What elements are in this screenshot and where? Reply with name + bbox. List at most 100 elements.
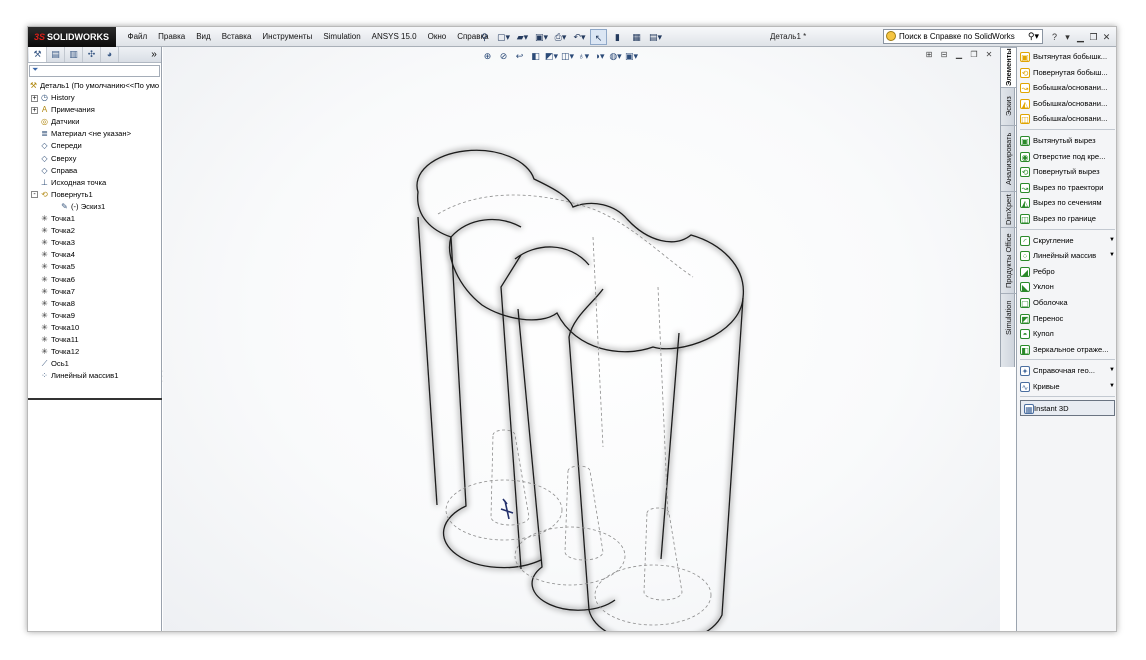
tree-item[interactable]: ◇ Спереди: [28, 140, 161, 152]
command-button[interactable]: ◩ Перенос: [1017, 311, 1116, 327]
more-tabs-icon[interactable]: »: [147, 47, 161, 62]
tree-item[interactable]: - ⟲ Повернуть1: [28, 189, 161, 201]
tree-item[interactable]: ✎ (-) Эскиз1: [28, 201, 161, 213]
minimize-icon[interactable]: ▁: [1074, 27, 1087, 47]
tree-item[interactable]: ✳ Точка9: [28, 310, 161, 322]
command-button[interactable]: ✦ Справочная гео... ▼: [1017, 363, 1116, 379]
menu-item[interactable]: Simulation: [318, 27, 366, 47]
magnifier-icon[interactable]: ⚲▾: [1028, 30, 1039, 43]
new-document-icon[interactable]: ▢▾: [495, 29, 512, 45]
feature-manager-tab-icon[interactable]: ⚒: [29, 47, 47, 62]
pin-icon[interactable]: ⚲: [476, 29, 493, 45]
command-button[interactable]: ▣ Вытянутая бобышк...: [1017, 49, 1116, 65]
command-button[interactable]: ⟲ Повернутая бобыш...: [1017, 65, 1116, 81]
select-arrow-icon[interactable]: ↖: [590, 29, 607, 45]
tree-item[interactable]: ✳ Точка11: [28, 334, 161, 346]
command-tab[interactable]: Элементы: [1001, 47, 1016, 87]
tree-item[interactable]: ⟋ Ось1: [28, 358, 161, 370]
property-manager-tab-icon[interactable]: ▤: [47, 47, 65, 62]
command-tab[interactable]: Анализировать: [1001, 125, 1016, 191]
close-icon[interactable]: ✕: [1100, 27, 1113, 47]
help-search-input[interactable]: Поиск в Справке по SolidWorks ⚲▾: [883, 29, 1043, 44]
menu-item[interactable]: Правка: [153, 27, 191, 47]
menu-item[interactable]: ANSYS 15.0: [366, 27, 422, 47]
tree-item-label: Точка1: [51, 214, 75, 224]
help-dropdown-icon[interactable]: ▾: [1061, 27, 1074, 47]
dimxpert-manager-tab-icon[interactable]: ✣: [83, 47, 101, 62]
dropdown-arrow-icon[interactable]: ▼: [1109, 363, 1115, 379]
expand-icon[interactable]: +: [31, 106, 38, 114]
command-button[interactable]: ◣ Уклон: [1017, 279, 1116, 295]
command-button[interactable]: ↝ Бобышка/основани...: [1017, 80, 1116, 96]
menu-item[interactable]: Инструменты: [257, 27, 318, 47]
options-icon[interactable]: ▤▾: [647, 29, 664, 45]
command-button[interactable]: ▦ Instant 3D: [1020, 400, 1115, 417]
tree-item[interactable]: ✳ Точка1: [28, 213, 161, 225]
restore-icon[interactable]: ❐: [1087, 27, 1100, 47]
command-button[interactable]: ▣ Вытянутый вырез: [1017, 133, 1116, 149]
command-tab[interactable]: Simulation: [1001, 293, 1016, 341]
command-button[interactable]: ◜ Скругление ▼: [1017, 233, 1116, 249]
collapse-icon[interactable]: -: [31, 191, 38, 199]
command-button[interactable]: ◓ Купол: [1017, 326, 1116, 342]
configuration-manager-tab-icon[interactable]: ▥: [65, 47, 83, 62]
tree-item[interactable]: ◎ Датчики: [28, 116, 161, 128]
command-tab[interactable]: Продукты Office: [1001, 227, 1016, 293]
command-button[interactable]: ⟲ Повернутый вырез: [1017, 164, 1116, 180]
print-icon[interactable]: ⎙▾: [552, 29, 569, 45]
open-folder-icon[interactable]: ▰▾: [514, 29, 531, 45]
tree-item[interactable]: ✳ Точка2: [28, 225, 161, 237]
command-button[interactable]: ∿ Кривые ▼: [1017, 379, 1116, 395]
tree-item[interactable]: + ◷ History: [28, 92, 161, 104]
command-button[interactable]: ◭ Вырез по сечениям: [1017, 195, 1116, 211]
tree-item[interactable]: ✳ Точка6: [28, 274, 161, 286]
command-button[interactable]: ◧ Зеркальное отраже...: [1017, 342, 1116, 358]
help-icon[interactable]: ?: [1048, 27, 1061, 47]
tree-item[interactable]: ✳ Точка10: [28, 322, 161, 334]
tree-item[interactable]: ✳ Точка3: [28, 237, 161, 249]
tree-item[interactable]: ⁘ Линейный массив1: [28, 370, 161, 382]
dropdown-arrow-icon[interactable]: ▼: [1109, 379, 1115, 395]
menu-item[interactable]: Вид: [191, 27, 216, 47]
tree-item[interactable]: ✳ Точка12: [28, 346, 161, 358]
rollback-bar[interactable]: [28, 398, 162, 400]
dropdown-arrow-icon[interactable]: ▼: [1109, 248, 1115, 264]
command-button[interactable]: ▢ Оболочка: [1017, 295, 1116, 311]
expand-icon[interactable]: +: [31, 94, 38, 102]
tree-item[interactable]: ⊥ Исходная точка: [28, 177, 161, 189]
command-button[interactable]: ◫ Вырез по границе: [1017, 211, 1116, 227]
solidworks-logo[interactable]: 3S SOLIDWORKS: [28, 27, 116, 47]
command-button[interactable]: ◢ Ребро: [1017, 264, 1116, 280]
tree-root[interactable]: ⚒ Деталь1 (По умолчанию<<По умо: [28, 80, 161, 92]
menu-item[interactable]: Файл: [122, 27, 153, 47]
part-model-wireframe[interactable]: [163, 47, 1000, 632]
tree-item[interactable]: ✳ Точка7: [28, 286, 161, 298]
tree-item[interactable]: ◇ Справа: [28, 165, 161, 177]
tree-item[interactable]: ◇ Сверху: [28, 153, 161, 165]
reference-geometry-icon: ✦: [1020, 366, 1030, 377]
command-button[interactable]: ↝ Вырез по траектори: [1017, 180, 1116, 196]
rebuild-icon[interactable]: ▮: [609, 29, 626, 45]
tree-filter-input[interactable]: ⏷: [29, 65, 160, 77]
tree-item[interactable]: ✳ Точка8: [28, 298, 161, 310]
tree-item[interactable]: + A Примечания: [28, 104, 161, 116]
command-button[interactable]: ◉ Отверстие под кре...: [1017, 149, 1116, 165]
tree-item[interactable]: ✳ Точка5: [28, 261, 161, 273]
tree-item[interactable]: ≣ Материал <не указан>: [28, 128, 161, 140]
undo-icon[interactable]: ↶▾: [571, 29, 588, 45]
command-button[interactable]: ◫ Бобышка/основани...: [1017, 111, 1116, 127]
menu-item[interactable]: Окно: [422, 27, 452, 47]
save-icon[interactable]: ▣▾: [533, 29, 550, 45]
graphics-area[interactable]: ⊕ ⊘ ↩ ◧ ◩▾ ◫▾ ♁▾ ◑▾ ◍▾ ▣▾ ⊞ ⊟ ▁ ❐ ✕: [163, 47, 1000, 632]
command-button[interactable]: ⁘ Линейный массив ▼: [1017, 248, 1116, 264]
solidworks-window: 3S SOLIDWORKS Файл Правка Вид Вставка Инструм…: [27, 26, 1117, 632]
tree-item[interactable]: ✳ Точка4: [28, 249, 161, 261]
axis-icon: ⟋: [41, 359, 48, 369]
menu-item[interactable]: Вставка: [216, 27, 257, 47]
command-tab[interactable]: DimXpert: [1001, 191, 1016, 227]
file-properties-icon[interactable]: ▦: [628, 29, 645, 45]
display-manager-tab-icon[interactable]: ◕: [101, 47, 119, 62]
command-tab[interactable]: Эскиз: [1001, 87, 1016, 125]
command-button[interactable]: ◭ Бобышка/основани...: [1017, 96, 1116, 112]
dropdown-arrow-icon[interactable]: ▼: [1109, 233, 1115, 249]
